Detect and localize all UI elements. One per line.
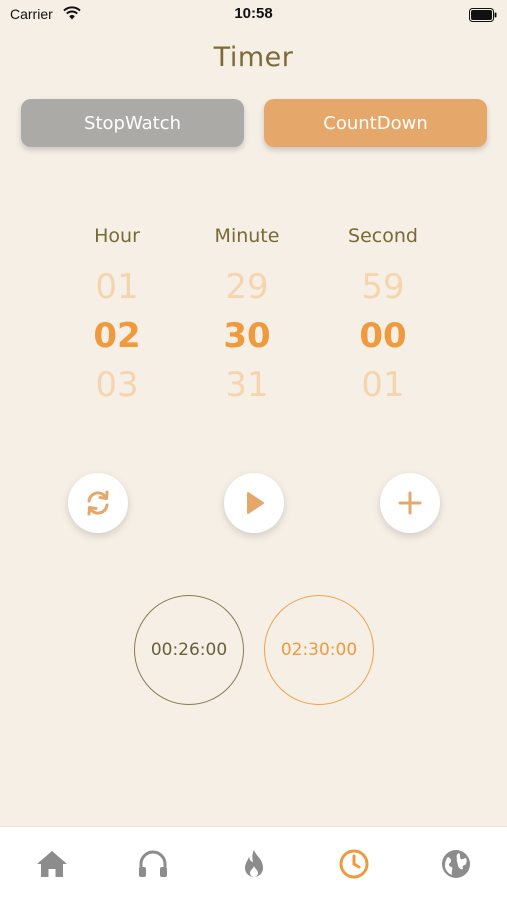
stopwatch-tab-button[interactable]: StopWatch — [21, 99, 244, 147]
tab-bar — [0, 826, 507, 900]
saved-timer-record[interactable]: 00:26:00 — [134, 595, 244, 705]
saved-timer-record-active[interactable]: 02:30:00 — [264, 595, 374, 705]
reset-button[interactable] — [68, 473, 128, 533]
countdown-tab-button[interactable]: CountDown — [264, 99, 487, 147]
minute-prev[interactable]: 29 — [187, 263, 307, 312]
plus-icon — [398, 491, 422, 515]
status-time: 10:58 — [234, 5, 273, 22]
hour-label: Hour — [94, 225, 140, 247]
hour-selected[interactable]: 02 — [57, 312, 177, 361]
add-button[interactable] — [380, 473, 440, 533]
minute-next[interactable]: 31 — [187, 361, 307, 410]
hour-next[interactable]: 03 — [57, 361, 177, 410]
second-prev[interactable]: 59 — [323, 263, 443, 312]
minute-picker[interactable]: 29 30 31 — [187, 263, 307, 410]
minute-label: Minute — [214, 225, 280, 247]
clock-icon — [339, 849, 369, 879]
tab-trending[interactable] — [234, 844, 274, 884]
tab-explore[interactable] — [436, 844, 476, 884]
battery-icon — [469, 7, 497, 26]
tab-music[interactable] — [133, 844, 173, 884]
second-next[interactable]: 01 — [323, 361, 443, 410]
globe-icon — [442, 850, 470, 878]
page-title: Timer — [213, 42, 294, 73]
tab-timer[interactable] — [334, 844, 374, 884]
tab-home[interactable] — [32, 844, 72, 884]
hour-picker[interactable]: 01 02 03 — [57, 263, 177, 410]
play-button[interactable] — [224, 473, 284, 533]
status-bar: Carrier 10:58 — [0, 0, 507, 30]
refresh-icon — [87, 490, 109, 516]
flame-icon — [245, 850, 263, 877]
play-icon — [247, 492, 264, 514]
second-picker[interactable]: 59 00 01 — [323, 263, 443, 410]
minute-selected[interactable]: 30 — [187, 312, 307, 361]
home-icon — [37, 851, 67, 877]
second-selected[interactable]: 00 — [323, 312, 443, 361]
second-label: Second — [348, 225, 418, 247]
headphones-icon — [139, 850, 167, 877]
hour-prev[interactable]: 01 — [57, 263, 177, 312]
